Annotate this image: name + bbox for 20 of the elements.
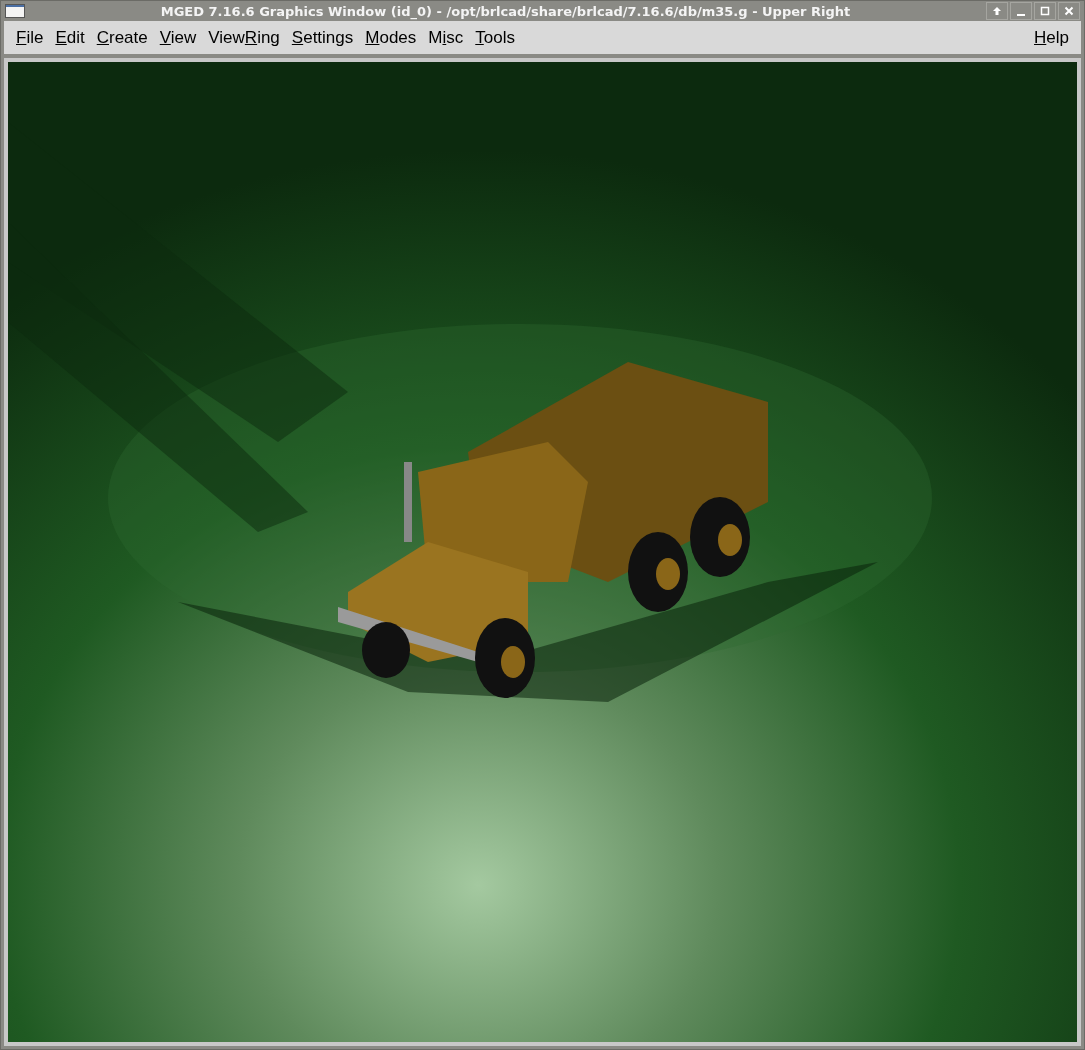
maximize-button[interactable] [1034,2,1056,21]
minimize-icon [1017,14,1025,17]
menu-item[interactable]: Help [1028,27,1075,48]
menu-item[interactable]: Settings [285,27,360,48]
window-icon [5,4,25,19]
minimize-button[interactable] [1010,2,1032,21]
menu-item[interactable]: File [10,27,50,48]
menu-item[interactable]: Create [90,27,154,48]
raise-button[interactable] [986,2,1008,21]
close-button[interactable] [1058,2,1080,21]
maximize-icon [1040,6,1050,17]
up-arrow-icon [992,6,1002,17]
window-title: MGED 7.16.6 Graphics Window (id_0) - /opt/brlcad/share/brlcad/7.16.6/db/m35.g - Upper Right [159,3,852,19]
menu-item[interactable]: Tools [469,27,521,48]
menu-item[interactable]: Edit [49,27,91,48]
menu-item[interactable]: Modes [359,27,423,48]
close-icon [1064,6,1074,17]
menu-item[interactable]: Misc [422,27,470,48]
menu-item[interactable]: View [153,27,203,48]
menu-item[interactable]: ViewRing [202,27,286,48]
